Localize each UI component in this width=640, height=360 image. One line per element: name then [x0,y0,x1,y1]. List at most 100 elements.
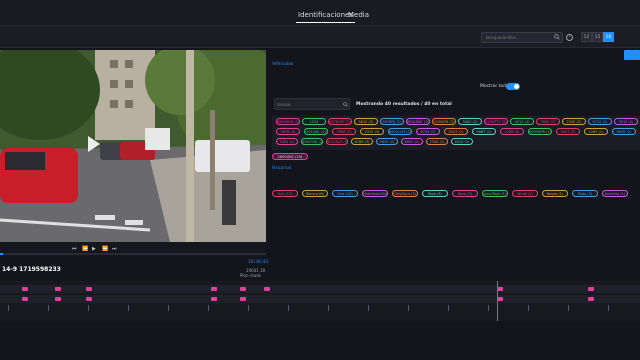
plate-chip[interactable]: 1234TTY (2) [484,118,508,125]
plate-chip[interactable]: 5678 (4) [276,128,300,135]
selected-plate-chip[interactable]: 2690GBC (19) [272,153,308,160]
help-icon[interactable]: ? [566,34,573,41]
top-bar: Identificaciones Media [0,0,640,26]
timeline-marker[interactable] [211,287,217,291]
skip-forward-icon[interactable]: ⏭ [112,246,117,252]
timeline-marker[interactable] [86,287,92,291]
ruler-tick [128,305,129,311]
plate-chip[interactable]: 1234 [302,118,326,125]
ruler-tick [408,305,409,311]
attribute-chip[interactable]: Plata (3) [572,190,598,197]
search-icon[interactable] [554,34,560,40]
attribute-chip[interactable]: Amarillo (1) [602,190,628,197]
plate-chip[interactable]: 5634 (2) [376,138,398,145]
timeline-marker[interactable] [211,297,217,301]
show-all-toggle[interactable] [506,83,520,90]
plate-chip[interactable]: 7856 (1) [332,128,356,135]
plate-chip[interactable]: 6734 (1) [416,128,440,135]
plate-chip[interactable]: 4567GHJ (2) [301,138,323,145]
tab-media[interactable]: Media [348,11,369,19]
plate-chip[interactable]: 8945 (2) [612,128,636,135]
plate-chip[interactable]: 8901 (1) [401,138,423,145]
timeline-marker[interactable] [22,287,28,291]
plate-chip[interactable]: 6712 (1) [588,118,612,125]
plate-chip[interactable]: 3401 (2) [556,128,580,135]
ruler-tick [288,305,289,311]
plate-chip[interactable]: 8901KBC (2) [406,118,430,125]
plate-chip[interactable]: 9812 (3) [354,118,378,125]
timeline-marker[interactable] [55,297,61,301]
plate-chip[interactable]: 8901KHX (15) [276,118,300,125]
attribute-chip[interactable]: Gris (10) [332,190,358,197]
plate-chip[interactable]: 1267 (1) [584,128,608,135]
plate-chip[interactable]: 4512 (4) [510,118,534,125]
plate-chip[interactable]: 5690NPR (1) [528,128,552,135]
plate-chip[interactable]: 2345 (2) [426,138,448,145]
ruler-tick [208,305,209,311]
grid-size-16[interactable]: 16 [603,32,614,42]
rewind-icon[interactable]: ⏪ [82,246,88,252]
meta-line-2: Plan roads [240,273,261,278]
timeline[interactable] [0,281,640,321]
timeline-track-2 [0,295,640,303]
ruler-tick [488,305,489,311]
plate-chip[interactable]: 4523 (2) [444,128,468,135]
plate-chip[interactable]: 9012KLP (1) [326,138,348,145]
attribute-chip[interactable]: Blanco (8) [302,190,328,197]
plate-chip[interactable]: 3452 (1) [276,138,298,145]
attribute-chip[interactable]: Azul/Roja (1) [482,190,508,197]
plate-chip[interactable]: 8901LLM (2) [388,128,412,135]
video-frame [0,50,266,242]
filter-search-icon[interactable] [343,102,348,107]
timeline-marker[interactable] [240,287,246,291]
attribute-chip[interactable]: Rojo (3) [422,190,448,197]
timeline-marker[interactable] [22,297,28,301]
ruler-tick [448,305,449,311]
plate-chip[interactable]: 3456JPD (3) [432,118,456,125]
attribute-chip[interactable]: Negro (1) [542,190,568,197]
plate-chip[interactable]: 2312 (3) [360,128,384,135]
identifications-panel: Vehículos Mostrar todo Mostrando 40 resu… [268,50,640,280]
plate-chip[interactable]: 9012 (2) [614,118,638,125]
others-label: Usuarios [272,166,292,171]
forward-icon[interactable]: ⏩ [102,246,108,252]
ruler-tick [328,305,329,311]
skip-back-icon[interactable]: ⏮ [72,246,77,252]
ruler-tick [8,305,9,311]
play-icon[interactable]: ▶ [92,246,96,252]
plate-chip[interactable]: 3412JKL (2) [304,128,328,135]
show-all-label: Mostrar todo [480,84,509,89]
timeline-marker[interactable] [588,287,594,291]
grid-size-12[interactable]: 12 [581,32,592,42]
attribute-chip[interactable]: Hatchback/Sedan (4) [362,190,388,197]
plate-chips: 8901KHX (15) 1234 4678GFT (2) 9812 (3) 5678F… [272,116,640,150]
plate-chip[interactable]: 4512 (1) [451,138,473,145]
timeline-marker[interactable] [86,297,92,301]
plate-chip[interactable]: 5678FJJ (1) [380,118,404,125]
ruler-tick [528,305,529,311]
plate-chip[interactable]: 6789 (3) [351,138,373,145]
plate-chip[interactable]: 7890 (1) [536,118,560,125]
plate-chip[interactable]: 2345 (2) [562,118,586,125]
results-count: Mostrando 40 resultados / 40 en total [356,102,452,107]
plate-chip[interactable]: 3401 (1) [458,118,482,125]
timeline-playhead[interactable] [497,281,498,321]
search-input[interactable] [481,32,563,43]
grid-size-15[interactable]: 15 [592,32,603,42]
filter-input[interactable] [277,100,337,109]
tab-identifications[interactable]: Identificaciones [296,11,355,23]
attribute-chip[interactable]: Gris (12) [272,190,298,197]
plate-chip[interactable]: 9067 (1) [472,128,496,135]
attribute-chip[interactable]: Gris/Azul (3) [392,190,418,197]
attribute-chip[interactable]: Rosa (2) [452,190,478,197]
attribute-chip[interactable]: Verde (2) [512,190,538,197]
timeline-marker[interactable] [588,297,594,301]
timeline-marker[interactable] [55,287,61,291]
timeline-marker[interactable] [240,297,246,301]
plate-chip[interactable]: 1289 (3) [500,128,524,135]
timeline-track-1 [0,285,640,293]
timeline-marker[interactable] [264,287,270,291]
plate-chip[interactable]: 4678GFT (2) [328,118,352,125]
progress-bar[interactable] [0,253,266,255]
video-player[interactable] [0,50,266,242]
